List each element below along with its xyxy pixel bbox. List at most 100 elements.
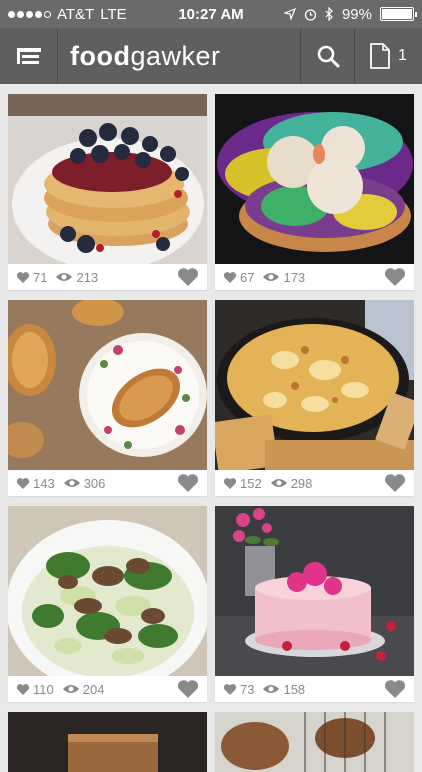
views-stat: 158 (262, 682, 305, 697)
recipe-card[interactable]: 143 306 (8, 300, 207, 496)
menu-button[interactable] (0, 28, 58, 84)
eye-icon (56, 273, 73, 281)
likes-count: 73 (240, 681, 255, 697)
recipe-photo[interactable] (215, 506, 414, 676)
bluetooth-icon (325, 7, 333, 21)
heart-icon (223, 271, 237, 283)
logo-bold: food (70, 40, 131, 71)
card-meta: 71 213 (8, 264, 207, 290)
search-icon (317, 45, 339, 68)
recipe-card[interactable] (8, 712, 207, 772)
pink-cake-photo (215, 506, 414, 676)
cookies-photo (215, 712, 414, 772)
favorite-heart-icon[interactable] (177, 473, 199, 493)
status-right: 99% (254, 5, 417, 23)
nav-bar: food gawker 1 (0, 28, 422, 84)
views-count: 298 (290, 475, 313, 491)
views-count: 204 (82, 681, 105, 697)
signal-dot (35, 10, 42, 18)
eye-icon (62, 685, 79, 693)
favorite-heart-icon[interactable] (384, 473, 406, 493)
eye-icon (263, 273, 280, 281)
likes-stat: 152 (223, 476, 262, 491)
recipe-photo[interactable] (8, 506, 207, 676)
recipe-card[interactable]: 71 213 (8, 94, 207, 290)
likes-count: 152 (240, 475, 262, 491)
location-icon (283, 8, 296, 20)
recipe-card[interactable] (215, 712, 414, 772)
views-count: 213 (76, 269, 99, 285)
recipe-photo[interactable] (8, 712, 207, 772)
views-count: 173 (283, 269, 306, 285)
search-button[interactable] (300, 28, 354, 84)
favorite-heart-icon[interactable] (177, 679, 199, 699)
likes-stat: 67 (223, 270, 254, 285)
battery-icon (380, 7, 417, 21)
recipe-card[interactable]: 152 298 (215, 300, 414, 496)
battery-percent: 99% (341, 5, 372, 23)
card-meta: 152 298 (215, 470, 414, 496)
views-stat: 204 (62, 681, 105, 697)
signal-dot (17, 10, 24, 18)
logo-light: gawker (130, 40, 221, 71)
recipe-photo[interactable] (8, 300, 207, 470)
heart-icon (223, 683, 237, 695)
recipe-photo[interactable] (8, 94, 207, 264)
likes-count: 67 (240, 269, 255, 285)
eye-icon (63, 479, 80, 487)
views-stat: 298 (270, 475, 313, 491)
signal-dots (8, 10, 51, 18)
status-left: AT&T LTE (8, 6, 168, 23)
recipe-photo[interactable] (215, 94, 414, 264)
views-stat: 306 (63, 475, 106, 491)
king-cake-photo (215, 94, 414, 264)
likes-count: 143 (33, 475, 55, 491)
heart-icon (16, 683, 30, 695)
views-count: 158 (283, 681, 306, 697)
card-meta: 73 158 (215, 676, 414, 702)
heart-icon (16, 477, 30, 489)
recipe-photo[interactable] (215, 300, 414, 470)
status-bar: AT&T LTE 10:27 AM 99% (0, 0, 422, 28)
favorite-heart-icon[interactable] (384, 267, 406, 287)
network-label: LTE (100, 5, 127, 23)
granola-bar-photo (8, 712, 207, 772)
likes-count: 71 (33, 269, 48, 285)
recipe-card[interactable]: 110 204 (8, 506, 207, 702)
recipe-photo[interactable] (215, 712, 414, 772)
saved-count: 1 (398, 47, 407, 64)
recipe-grid: 71 213 67 173 143 306 152 298 110 204 73… (8, 94, 414, 772)
recipe-card[interactable]: 67 173 (215, 94, 414, 290)
app-logo: food gawker (58, 28, 300, 84)
skillet-dip-photo (215, 300, 414, 470)
recipe-card[interactable]: 73 158 (215, 506, 414, 702)
likes-count: 110 (33, 681, 54, 697)
favorite-heart-icon[interactable] (384, 679, 406, 699)
croissants-photo (8, 300, 207, 470)
signal-dot (26, 10, 33, 18)
menu-icon (16, 48, 41, 64)
signal-dot (44, 10, 51, 18)
pancakes-photo (8, 94, 207, 264)
views-stat: 173 (262, 270, 305, 285)
views-count: 306 (83, 475, 106, 491)
saved-button[interactable]: 1 (354, 28, 422, 84)
likes-stat: 71 (16, 270, 47, 285)
likes-stat: 73 (223, 682, 254, 697)
favorite-heart-icon[interactable] (177, 267, 199, 287)
heart-icon (16, 271, 30, 283)
heart-icon (223, 477, 237, 489)
card-meta: 110 204 (8, 676, 207, 702)
carrier-label: AT&T (57, 5, 95, 23)
card-meta: 67 173 (215, 264, 414, 290)
eye-icon (270, 479, 287, 487)
card-meta: 143 306 (8, 470, 207, 496)
battery-fill (382, 9, 412, 19)
eye-icon (263, 685, 280, 693)
bok-choy-photo (8, 506, 207, 676)
signal-dot (8, 10, 15, 18)
likes-stat: 143 (16, 476, 55, 491)
status-time: 10:27 AM (178, 5, 244, 23)
likes-stat: 110 (16, 682, 54, 697)
document-icon (370, 43, 390, 69)
